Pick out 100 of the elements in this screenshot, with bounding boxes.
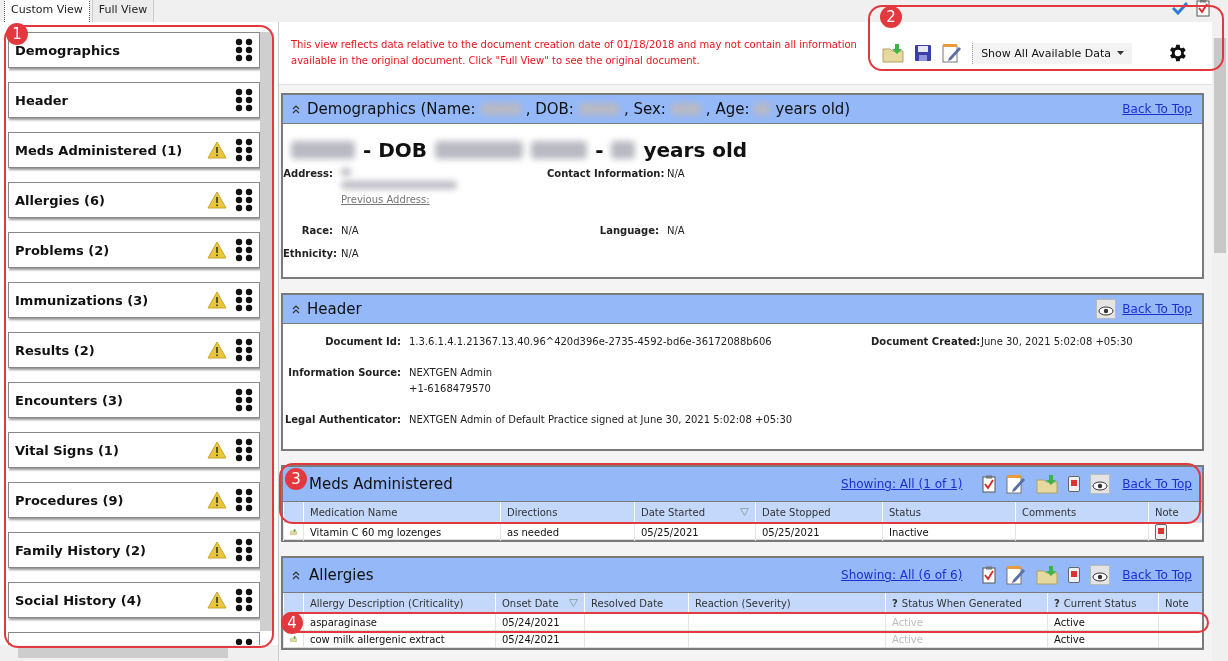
drag-handle-icon[interactable]: [235, 338, 253, 362]
blurred-text: [291, 141, 355, 159]
drag-handle-icon[interactable]: [235, 288, 253, 312]
drag-handle-icon[interactable]: [235, 538, 253, 562]
table-cell: Active: [885, 631, 1047, 647]
field-value: NEXTGEN Admin of Default Practice signed at June 30, 2021 5:02:08 +05:30: [409, 414, 794, 425]
table-cell: 05/25/2021: [755, 523, 882, 541]
section-card[interactable]: Allergies (6): [8, 182, 260, 218]
previous-address-link[interactable]: Previous Address:: [341, 194, 547, 205]
notice-text: This view reflects data relative to the document creation date of 01/18/2018 and may not contain all information available in the original document. Click "Full View" to see the original document.: [291, 38, 858, 68]
column-header[interactable]: Date Started: [634, 502, 755, 522]
column-header[interactable]: ? Status When Generated: [885, 593, 1047, 613]
save-icon[interactable]: [914, 44, 933, 62]
note-icon[interactable]: [1068, 476, 1081, 492]
section-card[interactable]: Vital Signs (1): [8, 432, 260, 468]
drag-handle-icon[interactable]: [235, 238, 253, 262]
column-header[interactable]: Onset Date: [495, 593, 584, 613]
blurred-text: [578, 103, 619, 115]
section-card[interactable]: Encounters (3): [8, 382, 260, 418]
table-cell: 05/24/2021: [495, 631, 584, 647]
back-to-top-link[interactable]: Back To Top: [1122, 302, 1192, 316]
field-label: Document Id:: [324, 336, 402, 349]
checklist-icon[interactable]: [982, 566, 997, 584]
note-icon[interactable]: [1068, 567, 1081, 583]
table-cell: asparaginase: [303, 614, 495, 630]
headline-text: -: [595, 138, 604, 162]
section-card[interactable]: Meds Administered (1): [8, 132, 260, 168]
table-cell: Vitamin C 60 mg lozenges: [303, 523, 500, 541]
warning-icon: [207, 141, 227, 159]
column-header[interactable]: Allergy Description (Criticality): [303, 593, 495, 613]
collapse-icon[interactable]: [291, 570, 301, 580]
warning-icon: [207, 191, 227, 209]
section-card[interactable]: Family History (2): [8, 532, 260, 568]
field-value: N/A: [667, 225, 686, 236]
field-label: Language:: [598, 225, 660, 236]
section-title: Header: [307, 300, 362, 318]
column-header[interactable]: Comments: [1015, 502, 1148, 522]
showing-filter-link[interactable]: Showing: All (1 of 1): [841, 477, 963, 491]
column-header[interactable]: Medication Name: [303, 502, 500, 522]
headline-text: years old: [643, 138, 748, 162]
checkmark-icon[interactable]: [1172, 1, 1188, 15]
section-card-label: Social History (4): [15, 592, 143, 608]
collapse-icon[interactable]: [291, 304, 301, 314]
collapse-icon[interactable]: [291, 104, 301, 114]
section-title: , Sex:: [623, 100, 666, 118]
drag-handle-icon[interactable]: [235, 88, 253, 112]
eye-icon[interactable]: [1096, 299, 1117, 319]
back-to-top-link[interactable]: Back To Top: [1122, 568, 1192, 582]
column-header[interactable]: Directions: [500, 502, 634, 522]
view-tab[interactable]: Custom View: [4, 0, 90, 22]
column-header[interactable]: Date Stopped: [755, 502, 882, 522]
view-tab[interactable]: Full View: [91, 0, 155, 22]
drag-handle-icon[interactable]: [235, 438, 253, 462]
scrollbar[interactable]: [260, 32, 272, 631]
column-header[interactable]: Reaction (Severity): [688, 593, 885, 613]
section-card[interactable]: Procedures (9): [8, 482, 260, 518]
back-to-top-link[interactable]: Back To Top: [1122, 477, 1192, 491]
table-cell: Active: [1047, 614, 1158, 630]
column-header[interactable]: Note: [1158, 593, 1202, 613]
drag-handle-icon[interactable]: [235, 388, 253, 412]
edit-icon[interactable]: [1006, 565, 1027, 585]
blurred-text: [341, 168, 351, 176]
section-title: , Age:: [705, 100, 750, 118]
section-card-label: Family History (2): [15, 542, 147, 558]
section-card-label: Meds Administered (1): [15, 142, 184, 158]
drag-handle-icon[interactable]: [235, 188, 253, 212]
section-card-label: Procedures (9): [15, 492, 125, 508]
eye-icon[interactable]: [1090, 565, 1111, 585]
section-card[interactable]: Results (2): [8, 332, 260, 368]
warning-icon: [207, 491, 227, 509]
section-card[interactable]: Header: [8, 82, 260, 118]
back-to-top-link[interactable]: Back To Top: [1122, 102, 1192, 116]
drag-handle-icon[interactable]: [235, 38, 253, 62]
section-card[interactable]: Problems (2): [8, 232, 260, 268]
column-header[interactable]: ? Current Status: [1047, 593, 1158, 613]
data-filter-dropdown[interactable]: Show All Available Data: [972, 42, 1132, 64]
callout-number: 4: [281, 612, 303, 634]
drag-handle-icon[interactable]: [235, 138, 253, 162]
column-header[interactable]: Status: [882, 502, 1015, 522]
note-icon[interactable]: [1155, 524, 1167, 540]
column-header[interactable]: Note: [1148, 502, 1202, 522]
warning-icon: [207, 241, 227, 259]
column-header[interactable]: Resolved Date: [584, 593, 688, 613]
warning-icon: [207, 591, 227, 609]
drag-handle-icon[interactable]: [235, 588, 253, 612]
table-cell: Inactive: [882, 523, 1015, 541]
section-card[interactable]: Social History (4): [8, 582, 260, 618]
warning-icon: [207, 291, 227, 309]
eye-icon[interactable]: [1090, 474, 1111, 494]
field-label: Information Source:: [287, 367, 402, 380]
warning-icon: [207, 541, 227, 559]
caret-icon: [1117, 51, 1124, 55]
drag-handle-icon[interactable]: [235, 488, 253, 512]
edit-icon[interactable]: [1006, 474, 1027, 494]
edit-icon[interactable]: [942, 43, 963, 63]
import-icon[interactable]: [882, 43, 905, 63]
section-card[interactable]: Immunizations (3): [8, 282, 260, 318]
showing-filter-link[interactable]: Showing: All (6 of 6): [841, 568, 963, 582]
blurred-text: [754, 103, 771, 115]
checklist-icon[interactable]: [982, 475, 997, 493]
